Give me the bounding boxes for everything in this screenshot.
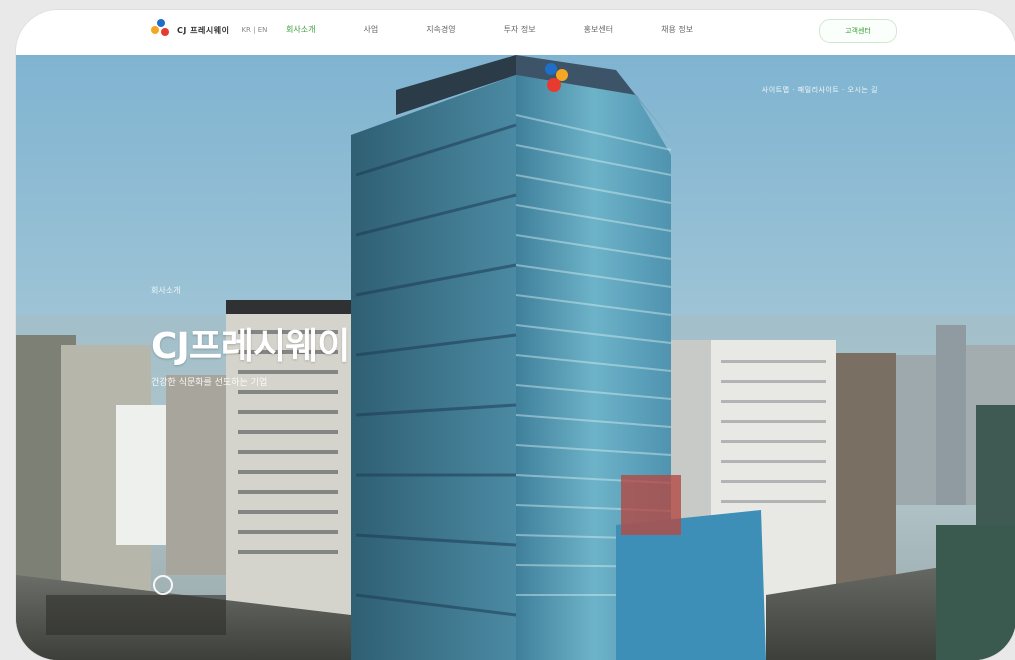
nav-item-business[interactable]: 사업 xyxy=(363,24,378,35)
logo-text: CJ 프레시웨이 xyxy=(177,25,230,35)
hero-banner: 사이트맵 · 패밀리사이트 · 오시는 길 회사소개 CJ프레시웨이 건강한 식… xyxy=(16,55,1015,660)
main-nav: 회사소개 사업 지속경영 투자 정보 홍보센터 채용 정보 xyxy=(286,24,741,35)
logo[interactable]: CJ 프레시웨이 KR | EN xyxy=(151,19,267,41)
nav-item-company[interactable]: 회사소개 xyxy=(286,24,315,35)
hero-eyebrow: 회사소개 xyxy=(151,286,181,295)
hero-subtitle: 건강한 식문화를 선도하는 기업 xyxy=(151,378,268,388)
utility-links[interactable]: 사이트맵 · 패밀리사이트 · 오시는 길 xyxy=(762,85,878,95)
customer-center-button[interactable]: 고객센터 xyxy=(819,19,897,43)
nav-item-careers[interactable]: 채용 정보 xyxy=(661,24,693,35)
hero-title: CJ프레시웨이 xyxy=(151,326,350,367)
language-switcher[interactable]: KR | EN xyxy=(241,26,267,34)
nav-item-pr[interactable]: 홍보센터 xyxy=(584,24,613,35)
nav-item-investor[interactable]: 투자 정보 xyxy=(504,24,536,35)
slide-pager-dot[interactable] xyxy=(153,575,173,595)
nav-item-sustainability[interactable]: 지속경영 xyxy=(426,24,455,35)
page-frame: CJ 프레시웨이 KR | EN 회사소개 사업 지속경영 투자 정보 홍보센터… xyxy=(16,10,1015,660)
site-header: CJ 프레시웨이 KR | EN 회사소개 사업 지속경영 투자 정보 홍보센터… xyxy=(16,10,1015,55)
cj-logo-icon xyxy=(151,19,171,41)
